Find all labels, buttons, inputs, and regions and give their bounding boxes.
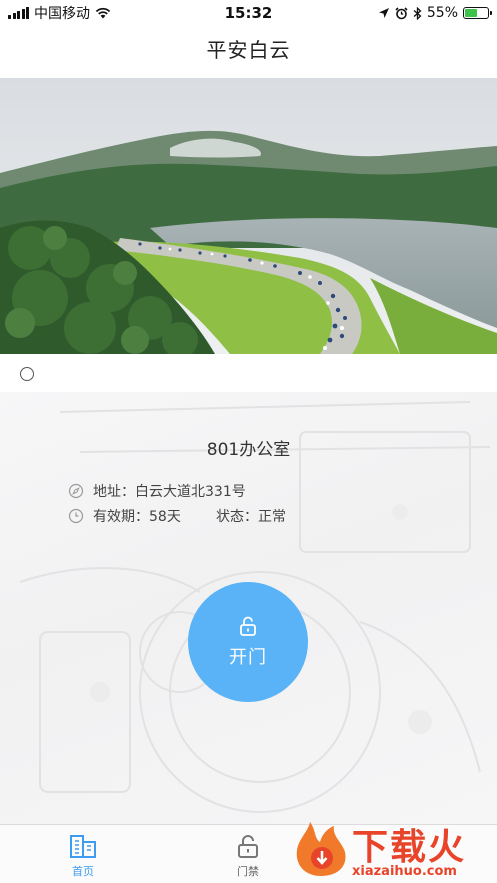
watermark-domain: xiazaihuo.com	[352, 864, 457, 879]
bluetooth-icon	[413, 6, 422, 20]
status-left: 中国移动	[8, 3, 111, 23]
open-door-button[interactable]: 开门	[188, 582, 308, 702]
banner-image[interactable]	[0, 78, 497, 354]
status-time: 15:32	[224, 4, 273, 22]
status-text: 状态：正常	[216, 509, 286, 525]
alarm-icon	[395, 6, 408, 20]
status-bar: 中国移动 15:32 55%	[0, 0, 497, 26]
tab-access-label: 门禁	[237, 865, 259, 878]
carousel-dot[interactable]	[20, 367, 34, 381]
validity-text: 有效期：58天	[93, 509, 181, 525]
address-text: 地址：白云大道北331号	[93, 484, 246, 500]
tab-access-control[interactable]: 门禁	[213, 833, 283, 879]
tab-home-label: 首页	[72, 865, 94, 878]
unlock-icon	[240, 616, 256, 636]
status-right: 55%	[378, 5, 492, 21]
compass-icon	[68, 483, 84, 499]
flame-logo-icon	[296, 822, 346, 876]
building-icon	[70, 835, 96, 858]
battery-fill	[465, 9, 478, 17]
battery-percent: 55%	[426, 5, 458, 21]
room-name: 801办公室	[206, 440, 291, 460]
validity-row: 有效期：58天	[68, 506, 181, 526]
signal-icon	[8, 7, 29, 19]
tab-home[interactable]: 首页	[48, 833, 118, 879]
open-door-label: 开门	[229, 647, 267, 668]
page-title: 平安白云	[206, 38, 291, 62]
watermark-brand: 下载火	[352, 827, 467, 868]
clock-icon	[68, 508, 84, 524]
lock-icon	[238, 835, 258, 858]
location-arrow-icon	[378, 7, 390, 19]
address-row: 地址：白云大道北331号	[68, 481, 246, 501]
watermark: 下载火 xiazaihuo.com	[292, 816, 497, 883]
carrier-label: 中国移动	[34, 6, 90, 22]
battery-icon	[463, 7, 492, 19]
wifi-icon	[95, 7, 111, 19]
door-panel: 801办公室 地址：白云大道北331号 有效期：58天 状态：正常 开门	[0, 392, 497, 824]
